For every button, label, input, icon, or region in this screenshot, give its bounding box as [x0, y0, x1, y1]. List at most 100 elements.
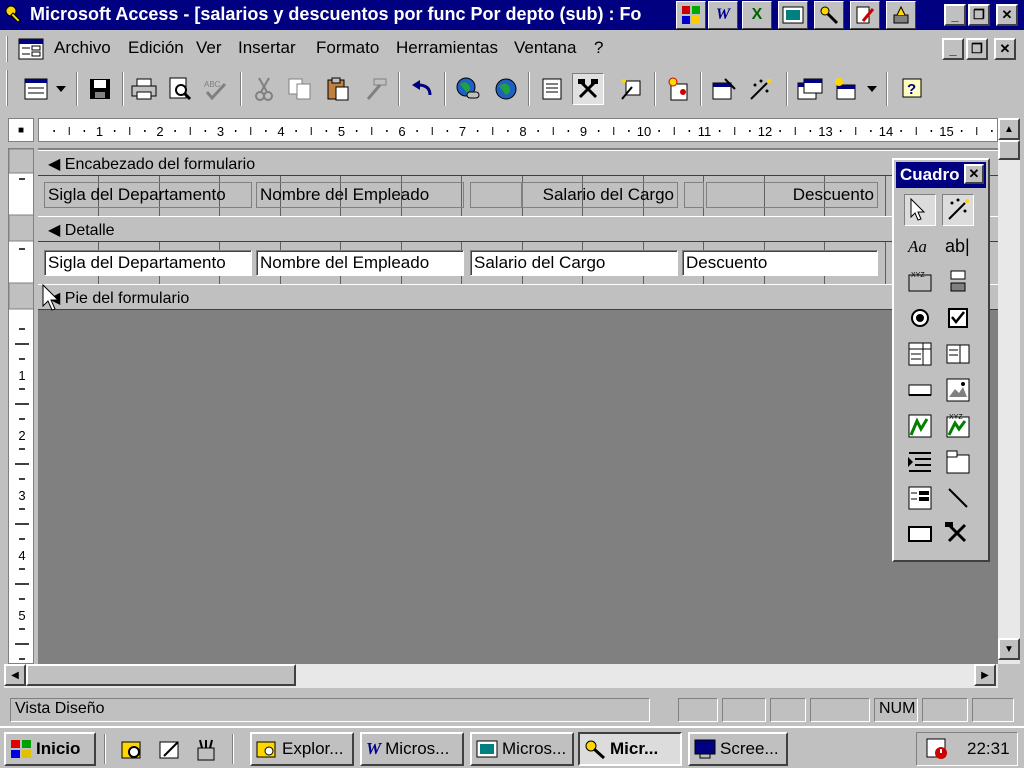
- title-bar[interactable]: Microsoft Access - [salarios y descuento…: [0, 0, 1024, 30]
- scroll-right-icon[interactable]: ▶: [974, 664, 996, 686]
- spelling-icon[interactable]: ABC: [200, 73, 232, 105]
- detail-area[interactable]: Sigla del Departamento Nombre del Emplea…: [38, 242, 998, 284]
- image-tool-icon[interactable]: [942, 374, 974, 406]
- command-button-icon[interactable]: [904, 374, 936, 406]
- clock[interactable]: 22:31: [967, 739, 1010, 759]
- horizontal-scroll-thumb[interactable]: [26, 664, 296, 686]
- header-label-salario[interactable]: Salario del Cargo: [522, 182, 678, 208]
- checkbox-icon[interactable]: [942, 302, 974, 334]
- menu-herramientas[interactable]: Herramientas: [396, 38, 498, 58]
- menu-insertar[interactable]: Insertar: [238, 38, 296, 58]
- access-key-icon[interactable]: [814, 1, 844, 29]
- combo-box-icon[interactable]: [904, 338, 936, 370]
- access-icon[interactable]: [676, 1, 706, 29]
- option-group-icon[interactable]: XYZ: [904, 266, 936, 298]
- form-footer-bar[interactable]: ◀ Pie del formulario: [38, 284, 998, 310]
- textbox-descuento[interactable]: Descuento: [682, 250, 878, 276]
- form-header-area[interactable]: Sigla del Departamento Nombre del Emplea…: [38, 176, 998, 216]
- insert-hyperlink-icon[interactable]: [452, 73, 484, 105]
- toolbox-window[interactable]: Cuadro ✕ Aa ab| XYZ XYZ: [892, 158, 990, 562]
- new-object-icon[interactable]: [830, 73, 862, 105]
- textbox-sigla[interactable]: Sigla del Departamento: [44, 250, 252, 276]
- doc-minimize-button[interactable]: _: [942, 38, 964, 60]
- label-tool-icon[interactable]: Aa: [904, 230, 936, 262]
- cut-icon[interactable]: [248, 73, 280, 105]
- copy-icon[interactable]: [284, 73, 316, 105]
- code-icon[interactable]: [662, 73, 694, 105]
- option-button-icon[interactable]: [904, 302, 936, 334]
- desktop-quicklaunch-icon[interactable]: [190, 734, 222, 766]
- word-icon[interactable]: W: [708, 1, 738, 29]
- task-screen[interactable]: Scree...: [688, 732, 788, 766]
- ruler-selector[interactable]: ■: [8, 118, 34, 142]
- setup-icon[interactable]: [886, 1, 916, 29]
- form-header-bar[interactable]: ◀ Encabezado del formulario: [38, 150, 998, 176]
- help-icon[interactable]: ?: [896, 73, 928, 105]
- form-design-canvas[interactable]: ◀ Encabezado del formulario Sigla del De…: [38, 148, 998, 664]
- more-controls-icon[interactable]: [942, 518, 974, 550]
- scroll-left-icon[interactable]: ◀: [4, 664, 26, 686]
- doc-restore-button[interactable]: ❐: [966, 38, 988, 60]
- menu-grip[interactable]: [6, 36, 8, 62]
- textbox-salario[interactable]: Salario del Cargo: [470, 250, 678, 276]
- vertical-scrollbar[interactable]: ▲ ▼: [998, 118, 1020, 664]
- save-icon[interactable]: [84, 73, 116, 105]
- excel-icon[interactable]: X: [742, 1, 772, 29]
- unbound-object-icon[interactable]: [904, 410, 936, 442]
- tab-control-icon[interactable]: [942, 446, 974, 478]
- header-label-nombre[interactable]: Nombre del Empleado: [256, 182, 464, 208]
- bound-object-icon[interactable]: XYZ: [942, 410, 974, 442]
- dropdown-icon[interactable]: [50, 73, 72, 105]
- list-box-icon[interactable]: [942, 338, 974, 370]
- subform-icon[interactable]: [904, 482, 936, 514]
- task-powerpoint[interactable]: Micros...: [470, 732, 574, 766]
- vertical-scroll-thumb[interactable]: [998, 140, 1020, 160]
- new-object-dropdown-icon[interactable]: [862, 73, 882, 105]
- rectangle-tool-icon[interactable]: [904, 518, 936, 550]
- page-break-icon[interactable]: [904, 446, 936, 478]
- minimize-button[interactable]: _: [944, 4, 966, 26]
- horizontal-ruler[interactable]: 1 2 3 4 5 6 7 8 9 10 11 12 13 14 15: [38, 118, 998, 142]
- toggle-button-icon[interactable]: [942, 266, 974, 298]
- header-label-sigla[interactable]: Sigla del Departamento: [44, 182, 252, 208]
- powerpoint-icon[interactable]: [778, 1, 808, 29]
- scroll-down-icon[interactable]: ▼: [998, 638, 1020, 660]
- start-button[interactable]: Inicio: [4, 732, 96, 766]
- web-toolbar-icon[interactable]: [490, 73, 522, 105]
- horizontal-scrollbar[interactable]: ◀ ▶: [4, 664, 998, 688]
- outlook-quicklaunch-icon[interactable]: [154, 734, 186, 766]
- undo-icon[interactable]: [406, 73, 438, 105]
- textbox-nombre[interactable]: Nombre del Empleado: [256, 250, 464, 276]
- menu-ver[interactable]: Ver: [196, 38, 222, 58]
- menu-help[interactable]: ?: [594, 38, 603, 58]
- section-selector[interactable]: [9, 149, 34, 174]
- toolbar-grip[interactable]: [6, 70, 8, 106]
- section-selector[interactable]: [9, 214, 34, 242]
- close-button[interactable]: ✕: [996, 4, 1018, 26]
- restore-button[interactable]: ❐: [968, 4, 990, 26]
- scheduler-icon[interactable]: [925, 737, 949, 761]
- task-word[interactable]: W Micros...: [360, 732, 464, 766]
- print-icon[interactable]: [128, 73, 160, 105]
- properties-icon[interactable]: [708, 73, 740, 105]
- task-access[interactable]: Micr...: [578, 732, 682, 766]
- paste-icon[interactable]: [322, 73, 354, 105]
- form-document-icon[interactable]: [18, 38, 44, 60]
- menu-archivo[interactable]: Archivo: [54, 38, 111, 58]
- header-label-empty[interactable]: [684, 182, 704, 208]
- header-label-descuento[interactable]: Descuento: [706, 182, 878, 208]
- detail-bar[interactable]: ◀ Detalle: [38, 216, 998, 242]
- select-objects-icon[interactable]: [904, 194, 936, 226]
- toolbox-close-button[interactable]: ✕: [964, 164, 984, 184]
- doc-close-button[interactable]: ✕: [994, 38, 1016, 60]
- form-view-icon[interactable]: [20, 73, 52, 105]
- menu-formato[interactable]: Formato: [316, 38, 379, 58]
- control-wizards-icon[interactable]: [942, 194, 974, 226]
- autoformat-icon[interactable]: [616, 73, 648, 105]
- task-explorer[interactable]: Explor...: [250, 732, 354, 766]
- toolbox-titlebar[interactable]: Cuadro ✕: [896, 162, 986, 188]
- database-window-icon[interactable]: [794, 73, 826, 105]
- toolbox-icon[interactable]: [572, 73, 604, 105]
- section-selector[interactable]: [9, 282, 34, 310]
- menu-ventana[interactable]: Ventana: [514, 38, 576, 58]
